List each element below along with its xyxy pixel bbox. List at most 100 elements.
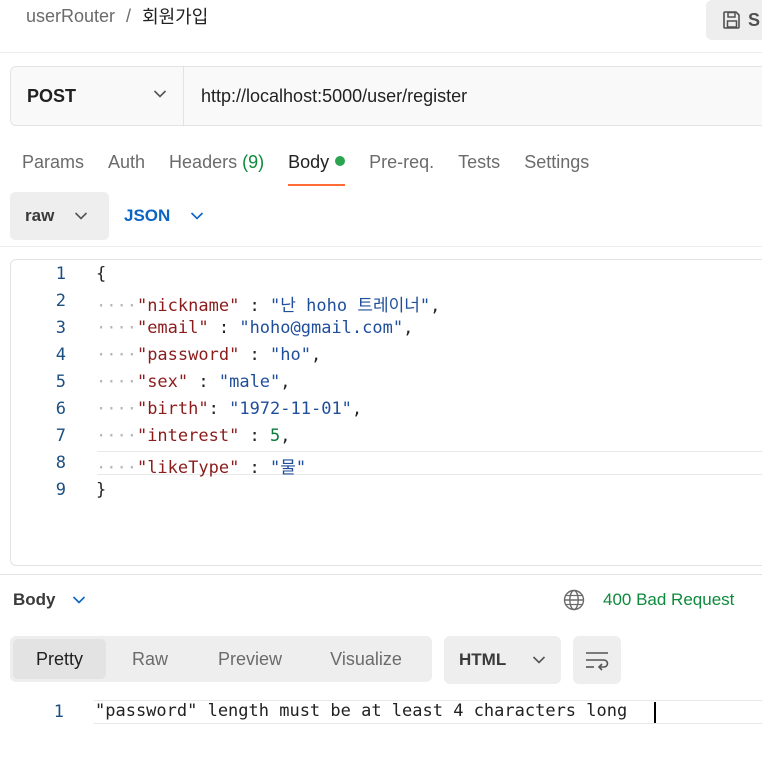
chevron-down-icon	[533, 656, 546, 664]
line-number: 5	[55, 372, 66, 392]
tab-headers[interactable]: Headers (9)	[169, 150, 264, 186]
tab-auth-label: Auth	[108, 152, 146, 172]
json-comma: ,	[280, 372, 291, 392]
response-body-select[interactable]: Body	[13, 588, 86, 612]
tab-tests[interactable]: Tests	[458, 150, 500, 186]
line-number: 2	[55, 291, 66, 311]
tab-body-label: Body	[288, 152, 330, 172]
code-line: ····"email" : "hoho@gmail.com",	[96, 318, 413, 338]
text-cursor	[654, 702, 656, 723]
json-value: "ho"	[270, 345, 311, 365]
chevron-down-icon	[75, 212, 88, 220]
tab-settings-label: Settings	[524, 152, 590, 172]
response-view-tabs: Pretty Raw Preview Visualize	[10, 636, 432, 682]
body-type-select[interactable]: raw	[10, 192, 109, 240]
code-line: ····"password" : "ho",	[96, 345, 321, 365]
body-format-select[interactable]: JSON	[124, 192, 204, 240]
request-name[interactable]: 회원가입	[142, 3, 208, 29]
json-value: "1972-11-01"	[229, 399, 352, 419]
wrap-lines-button[interactable]	[573, 636, 621, 684]
url-input[interactable]: http://localhost:5000/user/register	[201, 67, 467, 125]
tab-pretty-label: Pretty	[35, 648, 83, 669]
response-body-label: Body	[13, 590, 56, 609]
json-key: "password"	[136, 345, 240, 365]
json-comma: ,	[310, 345, 322, 365]
line-number: 8	[55, 453, 66, 473]
body-format-label: JSON	[124, 206, 171, 225]
headers-count: (9)	[242, 152, 265, 172]
tab-body[interactable]: Body	[288, 150, 346, 186]
line-number: 4	[55, 345, 66, 365]
line-number: 1	[55, 264, 66, 284]
breadcrumb-collection[interactable]: userRouter	[26, 6, 115, 27]
response-divider[interactable]	[0, 574, 762, 575]
indent-guide: ····	[96, 318, 137, 338]
json-value: "물"	[270, 458, 307, 478]
tab-tests-label: Tests	[458, 152, 501, 172]
response-format-label: HTML	[459, 650, 507, 669]
json-separator: :	[239, 345, 271, 365]
indent-guide: ····	[96, 345, 137, 365]
json-separator: :	[188, 372, 219, 392]
save-button[interactable]: S	[706, 0, 762, 40]
tab-raw-label: Raw	[131, 648, 168, 669]
json-brace: }	[96, 480, 107, 500]
status-code[interactable]: 400 Bad Request	[603, 590, 734, 610]
code-line: }	[96, 480, 106, 500]
code-line: ····"sex" : "male",	[96, 372, 291, 392]
wrap-lines-icon	[586, 652, 609, 671]
header-divider	[0, 52, 762, 53]
json-value: 5	[270, 426, 281, 446]
request-tabs: Params Auth Headers (9) Body Pre-req. Te…	[22, 150, 613, 186]
request-bar: POST http://localhost:5000/user/register	[10, 66, 762, 126]
json-value: "난 hoho 트레이너"	[270, 296, 431, 316]
json-key: "sex"	[136, 372, 189, 392]
json-key: "interest"	[136, 426, 240, 446]
json-comma: ,	[403, 318, 414, 338]
json-value: "male"	[218, 372, 281, 392]
globe-icon[interactable]	[563, 589, 585, 611]
tab-pre-request[interactable]: Pre-req.	[369, 150, 434, 186]
code-line: {	[96, 264, 106, 284]
indent-guide: ····	[96, 296, 137, 316]
response-body-text[interactable]: "password" length must be at least 4 cha…	[95, 701, 627, 721]
tab-raw[interactable]: Raw	[106, 639, 194, 679]
tab-settings[interactable]: Settings	[524, 150, 589, 186]
json-brace: {	[96, 264, 107, 284]
tab-pretty[interactable]: Pretty	[13, 639, 106, 679]
breadcrumb: userRouter / 회원가입	[26, 4, 208, 28]
response-status: 400 Bad Request	[563, 588, 734, 612]
indent-guide: ····	[96, 372, 137, 392]
json-separator: :	[239, 296, 271, 316]
tab-visualize[interactable]: Visualize	[306, 639, 426, 679]
divider	[0, 246, 762, 247]
chevron-down-icon	[191, 212, 204, 220]
code-line: ····"birth": "1972-11-01",	[96, 399, 362, 419]
method-select[interactable]: POST	[11, 67, 184, 125]
tab-preview[interactable]: Preview	[194, 639, 306, 679]
code-line: ····"interest" : 5,	[96, 426, 291, 446]
response-format-select[interactable]: HTML	[444, 636, 561, 684]
code-line: ····"likeType" : "물"	[96, 453, 306, 478]
json-separator: :	[239, 458, 271, 478]
json-comma: ,	[430, 296, 441, 316]
indent-guide: ····	[96, 458, 137, 478]
json-key: "birth"	[136, 399, 209, 419]
body-type-label: raw	[25, 206, 55, 225]
tab-auth[interactable]: Auth	[108, 150, 145, 186]
json-value: "hoho@gmail.com"	[239, 318, 404, 338]
json-comma: ,	[280, 426, 291, 446]
chevron-down-icon	[153, 90, 167, 98]
tab-visualize-label: Visualize	[330, 648, 402, 669]
json-separator: :	[239, 426, 271, 446]
floppy-disk-icon	[723, 11, 740, 29]
json-key: "nickname"	[136, 296, 240, 316]
tab-params-label: Params	[22, 152, 85, 172]
line-number: 3	[55, 318, 66, 338]
tab-params[interactable]: Params	[22, 150, 84, 186]
body-active-dot	[335, 156, 346, 167]
code-line: ····"nickname" : "난 hoho 트레이너",	[96, 291, 440, 316]
json-key: "likeType"	[136, 458, 240, 478]
line-number: 9	[55, 480, 66, 500]
json-key: "email"	[136, 318, 209, 338]
